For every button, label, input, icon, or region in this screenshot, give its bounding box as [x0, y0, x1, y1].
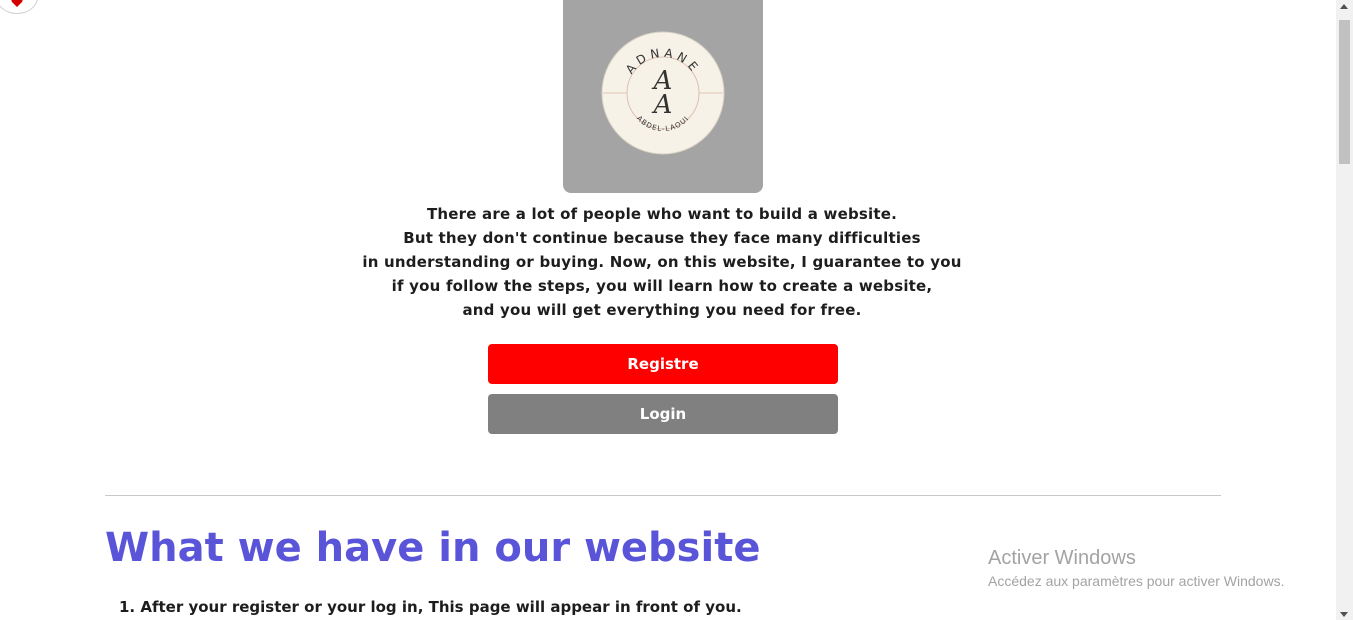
brand-logo: ADNANE A A ABDEL-LAOUI [601, 31, 725, 155]
list-item: 1. After your register or your log in, T… [119, 598, 742, 616]
heart-icon [11, 0, 23, 7]
steps-list: 1. After your register or your log in, T… [119, 598, 742, 616]
intro-line: There are a lot of people who want to bu… [426, 205, 897, 223]
intro-text: There are a lot of people who want to bu… [352, 202, 972, 322]
chevron-down-icon[interactable] [1340, 612, 1348, 617]
section-divider [105, 495, 1221, 496]
chevron-up-icon[interactable] [1340, 4, 1348, 9]
scrollbar-thumb[interactable] [1339, 20, 1350, 164]
watermark-subtitle: Accédez aux paramètres pour activer Wind… [988, 573, 1285, 589]
register-button[interactable]: Registre [488, 344, 838, 384]
logo-monogram-2: A [652, 90, 673, 120]
landing-page: ADNANE A A ABDEL-LAOUI There are a lot o… [0, 0, 1353, 620]
windows-activation-watermark: Activer Windows Accédez aux paramètres p… [988, 546, 1284, 592]
vertical-scrollbar[interactable] [1336, 0, 1353, 620]
intro-line: in understanding or buying. Now, on this… [362, 253, 962, 271]
intro-line: and you will get everything you need for… [462, 301, 862, 319]
intro-line: But they don't continue because they fac… [403, 229, 921, 247]
logo-container: ADNANE A A ABDEL-LAOUI [563, 0, 763, 193]
login-button[interactable]: Login [488, 394, 838, 434]
intro-line: if you follow the steps, you will learn … [391, 277, 933, 295]
watermark-title: Activer Windows [988, 547, 1136, 569]
section-title: What we have in our website [105, 525, 761, 571]
corner-badge[interactable] [0, 0, 38, 14]
